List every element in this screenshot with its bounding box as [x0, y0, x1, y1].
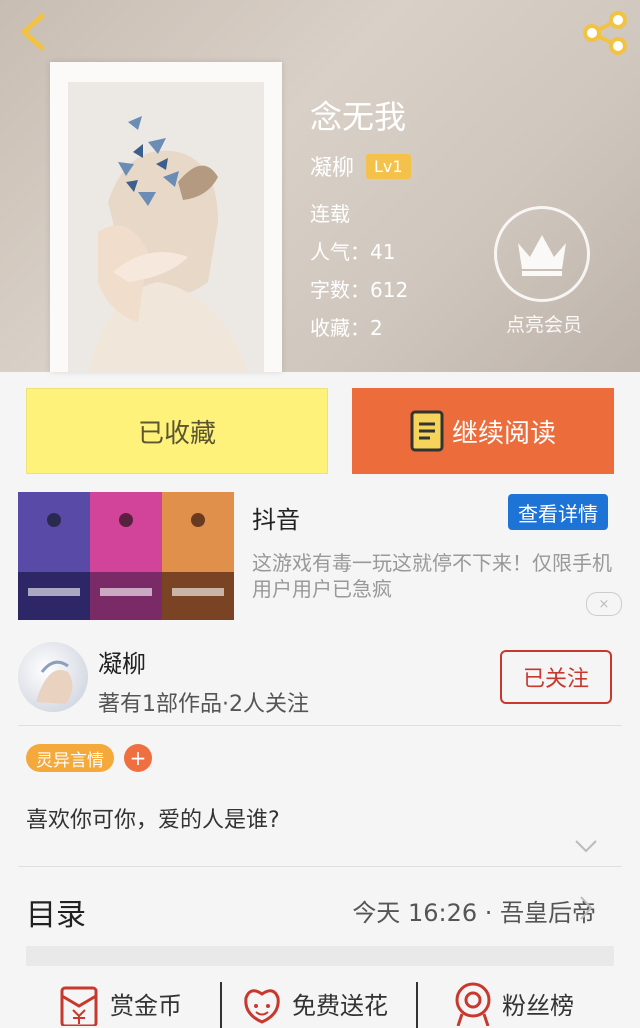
red-envelope-icon	[60, 986, 98, 1026]
divider	[220, 982, 222, 1028]
avatar-image	[36, 660, 73, 704]
cover-artwork	[68, 82, 264, 372]
vip-badge	[494, 206, 590, 302]
section-spacer	[26, 946, 614, 966]
book-cover[interactable]	[50, 62, 282, 372]
popularity-text: 人气：41	[310, 240, 396, 264]
book-header: 念无我 凝柳 Lv1 连载 人气：41 字数：612 收藏：2 点亮会员	[0, 0, 640, 372]
fan-ranking-label: 粉丝榜	[502, 992, 574, 1020]
fan-ranking-button[interactable]: 粉丝榜	[452, 980, 574, 1028]
divider	[18, 866, 622, 867]
ad-description: 这游戏有毒一玩这就停不下来！仅限手机用户用户已急疯	[252, 551, 612, 601]
ad-banner[interactable]: 抖音 查看详情 这游戏有毒一玩这就停不下来！仅限手机用户用户已急疯 ×	[18, 492, 622, 622]
add-tag-button[interactable]: +	[124, 744, 152, 772]
follow-button[interactable]: 已关注	[500, 650, 612, 704]
book-icon	[410, 410, 444, 452]
reward-coins-label: 赏金币	[110, 992, 182, 1020]
genre-tag[interactable]: 灵异言情	[26, 744, 114, 772]
vip-button[interactable]: 点亮会员	[494, 206, 594, 337]
toc-label[interactable]: 目录	[26, 890, 86, 934]
crown-icon	[518, 235, 566, 276]
book-intro: 喜欢你可你，爱的人是谁?	[26, 808, 280, 833]
vip-label: 点亮会员	[505, 314, 582, 336]
author-section-name: 凝柳	[98, 650, 146, 678]
continue-reading-label: 继续阅读	[451, 418, 556, 449]
continue-reading-button[interactable]: 继续阅读	[352, 388, 614, 474]
share-icon	[583, 11, 627, 55]
send-flowers-label: 免费送花	[292, 992, 388, 1020]
level-badge: Lv1	[366, 153, 411, 179]
ad-image	[18, 492, 234, 620]
share-button[interactable]	[580, 10, 630, 56]
word-count-text: 字数：612	[310, 278, 409, 302]
avatar[interactable]	[18, 642, 88, 712]
ad-close-button[interactable]: ×	[586, 592, 622, 616]
expand-intro-button[interactable]	[574, 838, 598, 857]
divider	[18, 725, 622, 726]
toc-open-button[interactable]	[578, 894, 594, 926]
send-flowers-button[interactable]: 免费送花	[240, 980, 388, 1028]
medal-icon	[455, 982, 491, 1026]
ad-details-button[interactable]: 查看详情	[508, 494, 608, 530]
author-row: 凝柳 Lv1	[310, 150, 411, 182]
reward-coins-button[interactable]: 赏金币	[56, 980, 182, 1028]
status-text: 连载	[310, 202, 350, 226]
favorites-text: 收藏：2	[310, 316, 383, 340]
author-name[interactable]: 凝柳	[310, 150, 354, 182]
chevron-down-icon	[575, 840, 597, 853]
author-section[interactable]: 凝柳 著有1部作品·2人关注 已关注	[18, 642, 622, 724]
back-arrow-icon	[21, 13, 45, 51]
flower-icon	[244, 989, 280, 1024]
book-title: 念无我	[310, 98, 407, 136]
chevron-right-icon	[580, 896, 593, 920]
divider	[416, 982, 418, 1028]
author-stats: 著有1部作品·2人关注	[98, 692, 309, 717]
back-button[interactable]	[14, 10, 54, 54]
toc-latest-chapter[interactable]: 今天 16:26 · 吾皇后帝	[352, 893, 596, 928]
ad-title: 抖音	[252, 506, 300, 534]
collected-button[interactable]: 已收藏	[26, 388, 328, 474]
